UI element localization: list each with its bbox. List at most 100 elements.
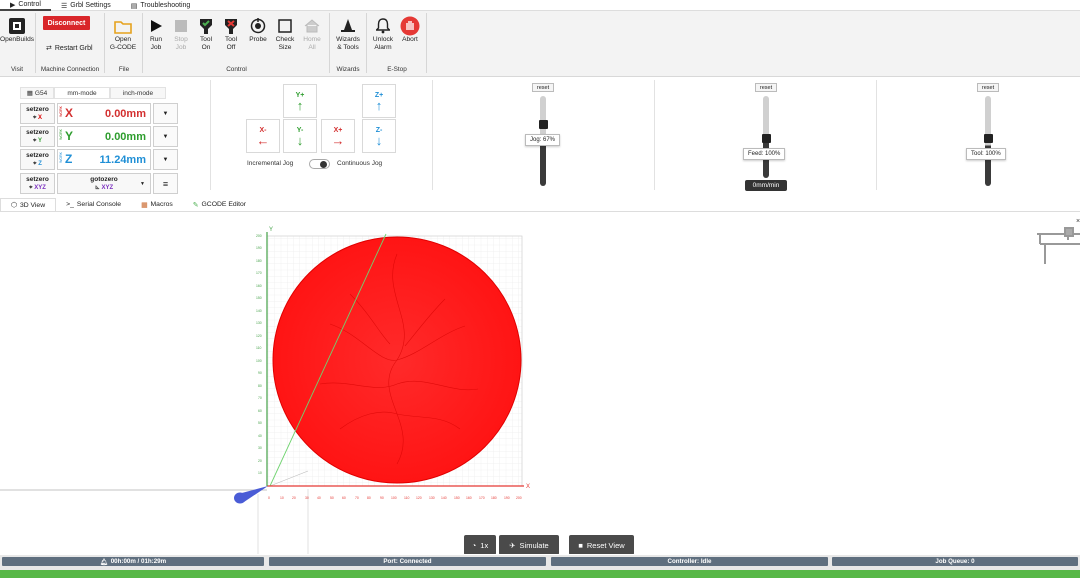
probe-button[interactable]: Probe [245, 17, 271, 44]
setzero-z-label: setzero [26, 152, 49, 159]
viewer-canvas[interactable]: X Y 0 10 20 30 40 50 60 70 80 90 100 110 120 130 14… [0, 214, 1080, 554]
crosshair-icon: ⌖ [29, 185, 33, 191]
dro-x-display: WORK X 0.00mm [57, 103, 151, 124]
tab-control-label: Control [18, 1, 41, 8]
restart-grbl-label: Restart Grbl [54, 44, 93, 52]
setzero-x-button[interactable]: setzero ⌖ X [20, 103, 55, 124]
incremental-jog-label: Incremental Jog [247, 160, 294, 167]
caret-down-icon: ▼ [162, 156, 169, 163]
feed-speed-readout: 0mm/min [745, 180, 787, 191]
jog-mode-toggle[interactable] [309, 159, 330, 169]
wizards-label-2: & Tools [337, 44, 359, 51]
speedometer-icon: ◔ [471, 540, 477, 550]
work-label-x: WORK [59, 106, 63, 117]
tool-marker [234, 486, 268, 504]
jog-z-minus-button[interactable]: Z- ↓ [362, 119, 396, 153]
sim-speed-label: 1x [480, 540, 489, 550]
tab-macros[interactable]: ▦ Macros [131, 198, 183, 211]
run-job-button[interactable]: Run Job [144, 17, 168, 52]
abort-button[interactable]: Abort [398, 16, 422, 44]
y-axis-label: Y [269, 227, 273, 233]
tool-on-button[interactable]: Tool On [194, 17, 218, 52]
svg-text:170: 170 [479, 496, 485, 500]
dro-x-menu-button[interactable]: ▼ [153, 103, 178, 124]
caret-down-icon: ▼ [140, 181, 145, 187]
jog-override-handle[interactable] [539, 120, 548, 129]
crosshair-icon: ⌖ [33, 138, 37, 144]
tab-mm-mode[interactable]: mm-mode [54, 87, 110, 99]
tab-serial-console[interactable]: >_ Serial Console [56, 198, 131, 211]
tool-off-button[interactable]: Tool Off [219, 17, 243, 52]
unlock-alarm-button[interactable]: Unlock Alarm [370, 17, 396, 52]
refresh-icon: ⇄ [46, 45, 52, 52]
openbuilds-button[interactable]: OpenBuilds [0, 17, 34, 44]
svg-text:200: 200 [516, 496, 522, 500]
toggle-knob [320, 161, 327, 168]
check-size-label-1: Check [275, 36, 295, 43]
3d-viewer[interactable]: X Y 0 10 20 30 40 50 60 70 80 90 100 110 120 130 14… [0, 214, 1080, 554]
jog-x-plus-button[interactable]: X+ → [321, 119, 355, 153]
g54-icon: ▦ [26, 90, 33, 97]
tab-3d-view[interactable]: ⬡ 3D View [0, 198, 57, 211]
svg-text:10: 10 [280, 496, 284, 500]
setzero-xyz-button[interactable]: setzero ⌖ XYZ [20, 173, 55, 194]
jog-z-plus-button[interactable]: Z+ ↑ [362, 84, 396, 118]
setzero-y-button[interactable]: setzero ⌖ Y [20, 126, 55, 147]
tab-g54[interactable]: ▦ G54 [20, 87, 54, 99]
dro-row-y: setzero ⌖ Y WORK Y 0.00mm ▼ [20, 126, 178, 147]
stop-job-button[interactable]: Stop Job [169, 17, 193, 52]
restart-grbl-button[interactable]: ⇄ Restart Grbl [46, 44, 93, 53]
feed-override-reset-button[interactable]: reset [755, 83, 777, 92]
simulate-button[interactable]: ✈ Simulate [499, 535, 559, 554]
tab-control[interactable]: ▶ Control [0, 0, 51, 11]
disconnect-button[interactable]: Disconnect [43, 16, 90, 30]
wizards-label-1: Wizards [336, 36, 360, 43]
jog-x-minus-button[interactable]: X- ← [246, 119, 280, 153]
svg-text:40: 40 [258, 434, 262, 438]
svg-text:20: 20 [292, 496, 296, 500]
open-gcode-button[interactable]: Open G-CODE [106, 17, 140, 52]
dro-y-menu-button[interactable]: ▼ [153, 126, 178, 147]
stop-icon [171, 17, 191, 35]
arrow-up-icon: ↑ [296, 98, 304, 113]
gotozero-button[interactable]: gotozero ⊾ XYZ ▼ [57, 173, 151, 194]
tool-override-reset-button[interactable]: reset [977, 83, 999, 92]
simulate-label: Simulate [519, 540, 549, 550]
home-all-button[interactable]: Home All [299, 17, 325, 52]
edit-icon: ✎ [192, 201, 199, 209]
tab-inch-mode[interactable]: inch-mode [110, 87, 166, 99]
sim-speed-button[interactable]: ◔ 1x [464, 535, 496, 554]
setzero-y-axis: ⌖ Y [21, 137, 54, 145]
feed-override-handle[interactable] [762, 134, 771, 143]
jog-y-plus-button[interactable]: Y+ ↑ [283, 84, 317, 118]
jog-override-reset-button[interactable]: reset [532, 83, 554, 92]
bell-icon: 🔔︎ [99, 558, 108, 566]
dro-x-axis-letter: X [65, 106, 74, 120]
jog-y-minus-button[interactable]: Y- ↓ [283, 119, 317, 153]
reset-view-button[interactable]: ■ Reset View [569, 535, 634, 554]
stack-menu-button[interactable]: ≡ [153, 173, 178, 194]
wizards-tools-button[interactable]: Wizards & Tools [332, 17, 364, 52]
status-controller: Controller: Idle [551, 557, 828, 566]
svg-text:120: 120 [256, 334, 262, 338]
dro-x-value: 0.00mm [105, 108, 146, 120]
setzero-z-button[interactable]: setzero ⌖ Z [20, 149, 55, 170]
dro-z-menu-button[interactable]: ▼ [153, 149, 178, 170]
group-machine-connection: Machine Connection [40, 66, 100, 73]
tab-gcode-editor[interactable]: ✎ GCODE Editor [183, 198, 256, 211]
home-all-label-2: All [308, 44, 316, 51]
bell-icon [373, 17, 393, 35]
svg-text:50: 50 [258, 421, 262, 425]
arrow-right-icon: → [331, 133, 345, 148]
view-tab-bar: ⬡ 3D View >_ Serial Console ▦ Macros ✎ G… [0, 198, 1080, 212]
svg-text:70: 70 [258, 396, 262, 400]
tab-grbl-settings[interactable]: ☰ Grbl Settings [51, 0, 121, 11]
check-size-button[interactable]: Check Size [272, 17, 298, 52]
svg-text:190: 190 [256, 246, 262, 250]
close-icon[interactable]: × [1076, 218, 1080, 225]
work-label-y: WORK [59, 129, 63, 140]
tab-troubleshooting[interactable]: ▤ Troubleshooting [121, 0, 201, 11]
tool-override-handle[interactable] [984, 134, 993, 143]
dro-row-xyz: setzero ⌖ XYZ gotozero ⊾ XYZ ▼ ≡ [20, 173, 178, 194]
stop-job-label-2: Job [175, 44, 187, 51]
